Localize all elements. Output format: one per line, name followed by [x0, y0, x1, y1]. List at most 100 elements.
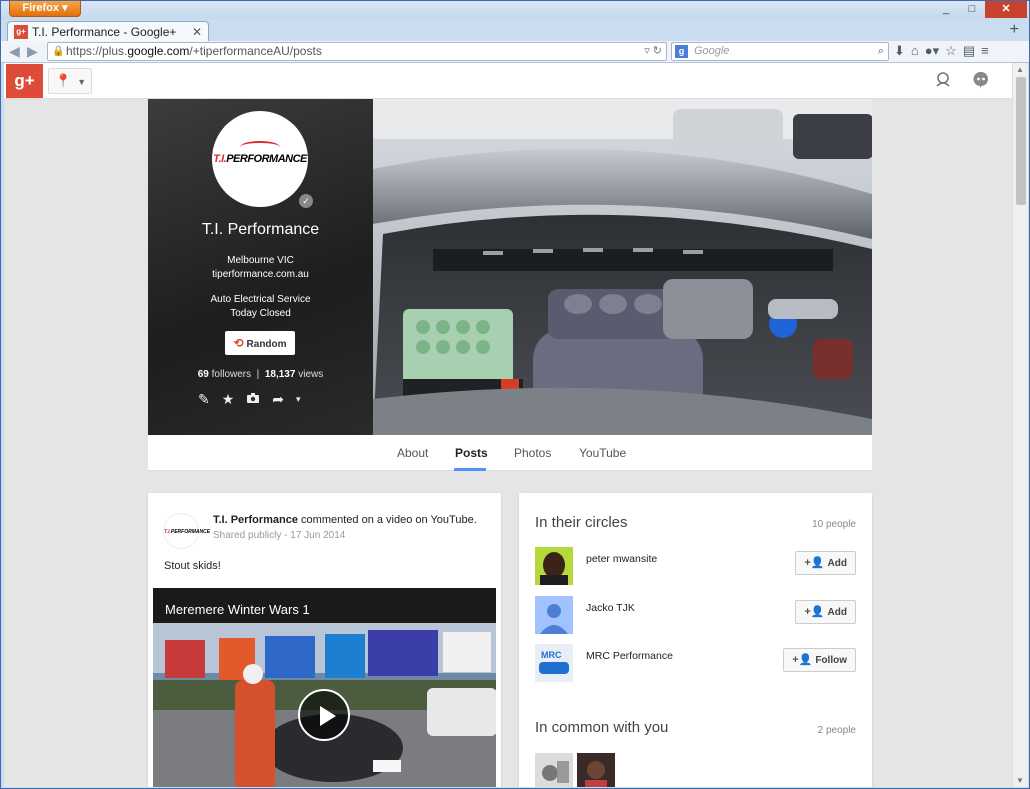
tab-about[interactable]: About: [397, 446, 428, 460]
post-action: commented on a video on YouTube.: [301, 514, 477, 526]
embedded-video[interactable]: Meremere Winter Wars 1: [153, 588, 496, 787]
notifications-bell-icon[interactable]: [934, 71, 952, 94]
post-author-avatar[interactable]: T.I.PERFORMANCE: [163, 513, 210, 549]
location-pin-icon: 📍: [55, 73, 72, 88]
star-icon[interactable]: ★: [222, 391, 235, 408]
menu-icon[interactable]: ≡: [981, 43, 989, 59]
tab-title: T.I. Performance - Google+: [32, 24, 177, 39]
gbar-actions: [934, 71, 990, 94]
person-avatar[interactable]: [535, 547, 573, 585]
video-title[interactable]: Meremere Winter Wars 1: [165, 602, 310, 617]
tab-posts[interactable]: Posts: [455, 446, 488, 460]
person-avatar[interactable]: MRC: [535, 644, 573, 682]
svg-text:MRC: MRC: [541, 650, 562, 660]
edit-pencil-icon[interactable]: ✎: [198, 391, 210, 408]
cover-photo-engine-bay[interactable]: [373, 99, 872, 435]
new-tab-icon[interactable]: +: [1010, 21, 1019, 39]
forward-arrow-icon[interactable]: ▶: [27, 43, 38, 60]
chevron-down-icon: ▼: [77, 77, 87, 87]
profile-website[interactable]: tiperformance.com.au: [148, 268, 373, 282]
gplus-logo[interactable]: g+: [6, 64, 43, 98]
hangouts-icon[interactable]: [972, 71, 990, 94]
person-name[interactable]: peter mwansite: [586, 553, 657, 565]
post-visibility[interactable]: Shared publicly: [213, 530, 281, 541]
circle-person: peter mwansite +👤 Add: [535, 547, 856, 585]
common-person-avatar[interactable]: [577, 753, 615, 787]
back-arrow-icon[interactable]: ◀: [9, 43, 20, 60]
post-author-name[interactable]: T.I. Performance: [213, 514, 298, 526]
tab-close-icon[interactable]: ✕: [192, 25, 202, 39]
profile-info-panel: T.I.PERFORMANCE ✓ T.I. Performance Melbo…: [148, 99, 373, 435]
circles-title[interactable]: In their circles: [535, 514, 628, 531]
search-icon[interactable]: ⌕: [878, 43, 884, 60]
logo-swoosh: [240, 141, 280, 153]
window-controls: _ □ ✕: [933, 1, 1027, 18]
post-body: Stout skids!: [164, 560, 221, 572]
home-icon[interactable]: ⌂: [911, 43, 919, 59]
followers-label: followers: [211, 369, 252, 380]
url-prefix: https://plus.: [66, 44, 128, 58]
scroll-up-icon[interactable]: ▲: [1016, 65, 1024, 74]
profile-location: Melbourne VIC: [227, 255, 294, 266]
profile-cover: T.I.PERFORMANCE ✓ T.I. Performance Melbo…: [148, 99, 872, 435]
company-logo: T.I.PERFORMANCE: [213, 153, 307, 165]
gplus-favicon-icon: g+: [14, 24, 28, 39]
views-count: 18,137: [264, 369, 296, 380]
profile-category: Auto Electrical Service: [210, 294, 311, 305]
play-button[interactable]: [298, 689, 350, 741]
profile-hours: Today Closed: [230, 308, 291, 319]
common-person-avatar[interactable]: [535, 753, 573, 787]
download-icon[interactable]: ⬇: [894, 43, 905, 59]
page-viewport: g+ 📍 ▼ T.I.PERFORMANCE ✓ T.I. Performanc…: [4, 63, 1012, 787]
play-icon: [320, 706, 336, 726]
person-avatar[interactable]: [535, 596, 573, 634]
add-to-circles-button[interactable]: +👤 Add: [795, 600, 856, 624]
chevron-down-icon[interactable]: ▾: [296, 391, 301, 408]
minimize-button[interactable]: _: [933, 1, 959, 18]
profile-avatar[interactable]: T.I.PERFORMANCE: [212, 111, 308, 207]
search-bar[interactable]: g Google ⌕: [671, 42, 889, 61]
firefox-menu-button[interactable]: Firefox ▾: [9, 1, 81, 17]
reader-icon[interactable]: ▤: [963, 43, 975, 59]
common-people: [535, 753, 615, 787]
close-button[interactable]: ✕: [985, 1, 1027, 18]
circles-count[interactable]: 10 people: [812, 519, 856, 530]
random-button[interactable]: ⟲ Random: [225, 331, 295, 355]
scroll-down-icon[interactable]: ▼: [1016, 776, 1024, 785]
firefox-menu-label: Firefox: [22, 2, 60, 14]
share-arrow-icon[interactable]: ➦: [272, 391, 284, 408]
circle-person: MRC MRC Performance +👤 Follow: [535, 644, 856, 682]
follow-button[interactable]: +👤 Follow: [783, 648, 856, 672]
profile-service-block: Auto Electrical Service Today Closed: [148, 293, 373, 321]
browser-tab[interactable]: g+ T.I. Performance - Google+ ✕: [7, 21, 209, 41]
person-name[interactable]: MRC Performance: [586, 650, 673, 662]
maximize-button[interactable]: □: [959, 1, 985, 18]
url-bar[interactable]: 🔒 https://plus.google.com/+tiperformance…: [47, 42, 667, 61]
circle-person: Jacko TJK +👤 Add: [535, 596, 856, 634]
google-search-engine-icon[interactable]: g: [675, 45, 688, 58]
url-domain: google.com: [127, 44, 190, 58]
lock-icon: 🔒: [52, 46, 65, 57]
tab-photos[interactable]: Photos: [514, 446, 551, 460]
add-person-icon: +👤: [792, 654, 813, 666]
profile-location-block: Melbourne VIC tiperformance.com.au: [148, 254, 373, 282]
vertical-scrollbar[interactable]: ▲ ▼: [1012, 63, 1028, 787]
url-path: /+tiperformanceAU/posts: [189, 44, 322, 58]
google-plus-bar: g+ 📍 ▼: [4, 63, 1012, 99]
common-title[interactable]: In common with you: [535, 719, 668, 736]
person-name[interactable]: Jacko TJK: [586, 602, 635, 614]
common-count[interactable]: 2 people: [818, 725, 856, 736]
verified-badge-icon: ✓: [299, 194, 313, 208]
circles-card: In their circles 10 people peter mwansit…: [519, 493, 872, 787]
bookmark-star-icon[interactable]: ☆: [945, 43, 957, 59]
followers-count: 69: [197, 369, 209, 380]
tab-youtube[interactable]: YouTube: [579, 446, 626, 460]
reload-icon[interactable]: ▿ ↻: [644, 43, 662, 60]
add-to-circles-button[interactable]: +👤 Add: [795, 551, 856, 575]
adblock-icon[interactable]: ●▾: [925, 43, 939, 59]
camera-icon[interactable]: [246, 391, 260, 408]
post-date[interactable]: 17 Jun 2014: [290, 530, 345, 541]
scroll-thumb[interactable]: [1016, 77, 1026, 205]
browser-window: Firefox ▾ _ □ ✕ g+ T.I. Performance - Go…: [0, 0, 1030, 789]
local-menu-button[interactable]: 📍 ▼: [48, 68, 92, 94]
